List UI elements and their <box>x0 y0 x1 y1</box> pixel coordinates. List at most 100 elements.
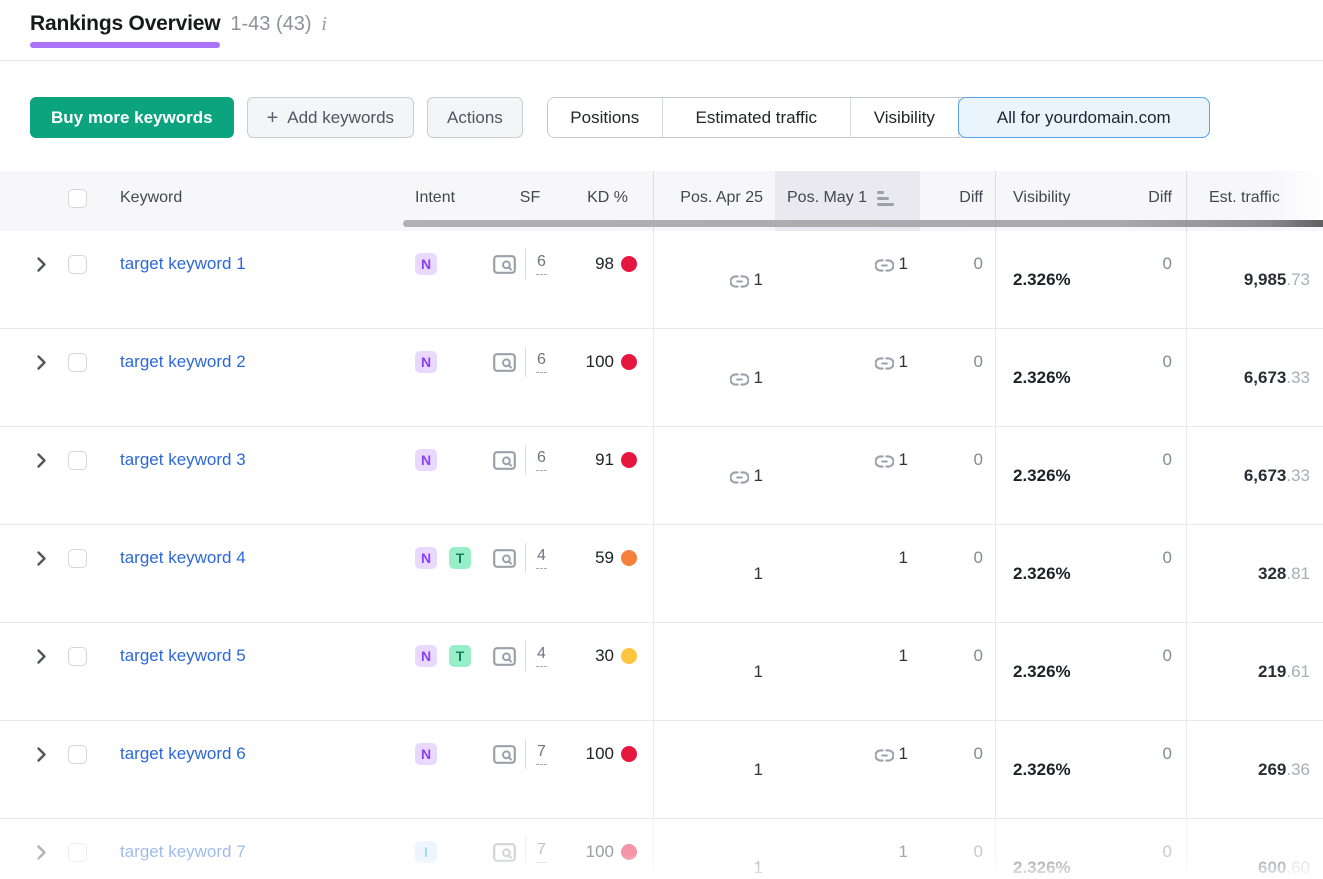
table-row: target keyword 6 N 7 100 1 1 0 2.326% 0 … <box>0 721 1323 819</box>
traffic-decimal: .61 <box>1286 662 1310 682</box>
serp-features-icon[interactable] <box>493 255 516 274</box>
row-checkbox[interactable] <box>68 647 87 666</box>
expander-cell <box>0 427 62 493</box>
visibility-value: 2.326% <box>1013 662 1071 682</box>
visibility-cell: 2.326% <box>995 819 1100 879</box>
traffic-decimal: .36 <box>1286 760 1310 780</box>
expander-cell <box>0 329 62 395</box>
est-traffic-cell: 328.81 <box>1186 525 1323 623</box>
expand-chevron-icon[interactable] <box>36 550 47 567</box>
view-tab-estimated-traffic[interactable]: Estimated traffic <box>663 98 851 137</box>
horizontal-scrollbar[interactable] <box>403 220 1323 227</box>
intent-badge-i[interactable]: I <box>415 841 437 863</box>
serp-features-icon[interactable] <box>493 549 516 568</box>
expand-chevron-icon[interactable] <box>36 648 47 665</box>
keyword-cell: target keyword 5 <box>106 623 403 689</box>
intent-badge-t[interactable]: T <box>449 547 471 569</box>
visibility-value: 2.326% <box>1013 368 1071 388</box>
serp-features-icon[interactable] <box>493 843 516 862</box>
keyword-link[interactable]: target keyword 2 <box>120 352 246 372</box>
serp-features-icon[interactable] <box>493 647 516 666</box>
diff-vis-cell: 0 <box>1100 231 1186 297</box>
view-tab-positions[interactable]: Positions <box>548 98 663 137</box>
pos-apr25-cell: 1 <box>653 525 775 623</box>
serp-features-icon[interactable] <box>493 745 516 764</box>
kd-difficulty-dot <box>621 256 637 272</box>
checkbox-cell <box>62 623 106 689</box>
sf-cell: 7 <box>488 721 572 787</box>
sf-cell: 4 <box>488 525 572 591</box>
info-icon[interactable]: i <box>322 14 328 47</box>
sf-count[interactable]: 6 <box>536 253 547 275</box>
kd-cell: 100 <box>572 329 653 395</box>
pos-may1-cell: 1 <box>775 231 920 297</box>
serp-link-icon[interactable] <box>730 470 749 485</box>
keyword-link[interactable]: target keyword 7 <box>120 842 246 862</box>
serp-link-icon[interactable] <box>875 356 894 371</box>
keyword-link[interactable]: target keyword 6 <box>120 744 246 764</box>
serp-link-icon[interactable] <box>730 274 749 289</box>
select-all-checkbox[interactable] <box>68 189 87 208</box>
est-traffic-cell: 9,985.73 <box>1186 231 1323 329</box>
row-checkbox[interactable] <box>68 255 87 274</box>
expand-chevron-icon[interactable] <box>36 746 47 763</box>
serp-link-icon[interactable] <box>875 454 894 469</box>
intent-badge-n[interactable]: N <box>415 449 437 471</box>
kd-value: 98 <box>595 254 614 274</box>
diff-vis-value: 0 <box>1163 646 1172 666</box>
serp-features-icon[interactable] <box>493 353 516 372</box>
serp-link-icon[interactable] <box>875 748 894 763</box>
diff-pos-cell: 0 <box>920 329 995 395</box>
expand-chevron-icon[interactable] <box>36 354 47 371</box>
rankings-overview-page: Rankings Overview 1-43 (43) i Buy more k… <box>0 0 1323 879</box>
add-keywords-button[interactable]: + Add keywords <box>247 97 414 138</box>
table-row: target keyword 5 NT 4 30 1 1 0 2.326% 0 … <box>0 623 1323 721</box>
sf-divider <box>525 445 526 475</box>
serp-link-icon[interactable] <box>730 372 749 387</box>
view-tab-all-for-yourdomain-com[interactable]: All for yourdomain.com <box>958 97 1210 138</box>
keyword-link[interactable]: target keyword 5 <box>120 646 246 666</box>
sf-count[interactable]: 6 <box>536 449 547 471</box>
sf-cell: 6 <box>488 231 572 297</box>
expand-chevron-icon[interactable] <box>36 452 47 469</box>
sf-count[interactable]: 4 <box>536 645 547 667</box>
expand-chevron-icon[interactable] <box>36 256 47 273</box>
keyword-cell: target keyword 3 <box>106 427 403 493</box>
intent-badge-n[interactable]: N <box>415 253 437 275</box>
intent-badge-t[interactable]: T <box>449 645 471 667</box>
keyword-link[interactable]: target keyword 4 <box>120 548 246 568</box>
table-header: Keyword Intent SF KD % Pos. Apr 25 Pos. … <box>0 171 1323 231</box>
intent-badge-n[interactable]: N <box>415 645 437 667</box>
row-checkbox[interactable] <box>68 549 87 568</box>
intent-cell: NT <box>403 623 488 689</box>
diff-pos-cell: 0 <box>920 721 995 787</box>
intent-badge-n[interactable]: N <box>415 743 437 765</box>
keyword-link[interactable]: target keyword 1 <box>120 254 246 274</box>
intent-badge-n[interactable]: N <box>415 351 437 373</box>
sf-cell: 4 <box>488 623 572 689</box>
row-checkbox[interactable] <box>68 843 87 862</box>
actions-button[interactable]: Actions <box>427 97 523 138</box>
serp-features-icon[interactable] <box>493 451 516 470</box>
visibility-value: 2.326% <box>1013 760 1071 780</box>
sf-count[interactable]: 4 <box>536 547 547 569</box>
view-tab-visibility[interactable]: Visibility <box>851 98 959 137</box>
column-header-keyword[interactable]: Keyword <box>106 171 403 231</box>
intent-badge-n[interactable]: N <box>415 547 437 569</box>
row-checkbox[interactable] <box>68 353 87 372</box>
row-checkbox[interactable] <box>68 745 87 764</box>
expand-chevron-icon[interactable] <box>36 844 47 861</box>
sf-count[interactable]: 7 <box>536 841 547 863</box>
diff-vis-value: 0 <box>1163 254 1172 274</box>
row-checkbox[interactable] <box>68 451 87 470</box>
kd-difficulty-dot <box>621 452 637 468</box>
keyword-link[interactable]: target keyword 3 <box>120 450 246 470</box>
page-title: Rankings Overview <box>30 12 220 48</box>
checkbox-cell <box>62 721 106 787</box>
sf-divider <box>525 543 526 573</box>
page-title-text: Rankings Overview <box>30 12 220 35</box>
serp-link-icon[interactable] <box>875 258 894 273</box>
buy-more-keywords-button[interactable]: Buy more keywords <box>30 97 234 138</box>
sf-count[interactable]: 6 <box>536 351 547 373</box>
sf-count[interactable]: 7 <box>536 743 547 765</box>
